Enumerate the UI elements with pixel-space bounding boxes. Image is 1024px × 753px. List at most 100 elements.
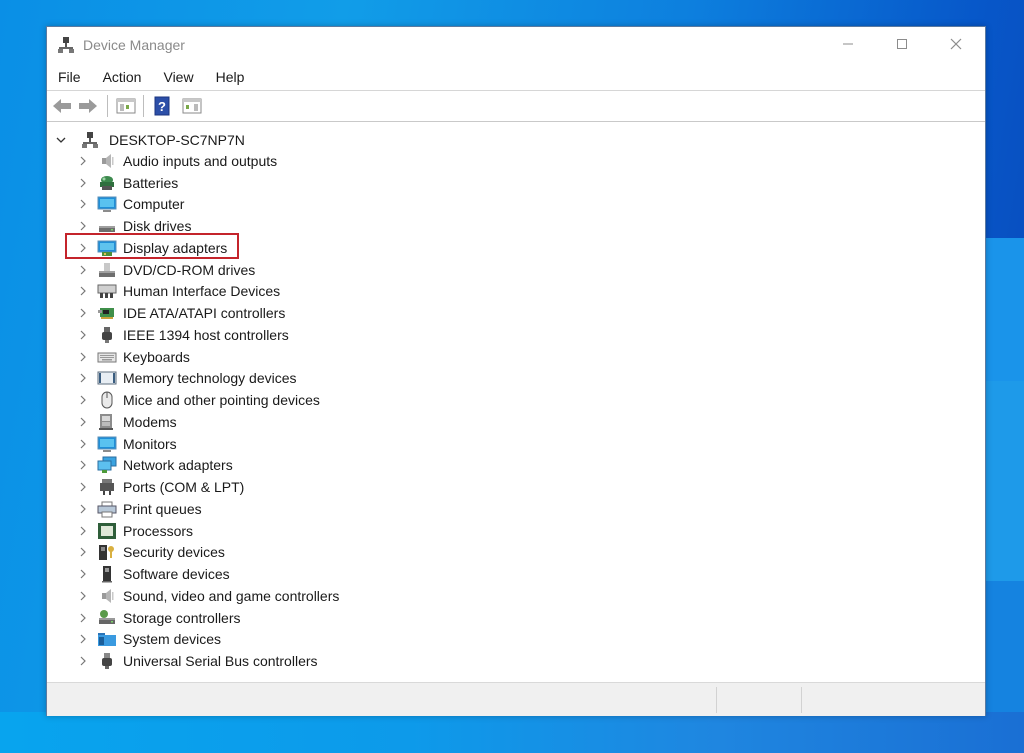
chevron-right-icon[interactable]: [77, 220, 89, 232]
tree-item-ports-com-lpt[interactable]: Ports (COM & LPT): [77, 476, 339, 498]
tree-item-dvd-cd-rom-drives[interactable]: DVD/CD-ROM drives: [77, 259, 339, 281]
display-adapter-icon: [97, 239, 117, 257]
device-manager-icon: [57, 36, 75, 54]
tree-item-label: Human Interface Devices: [123, 283, 281, 300]
chevron-down-icon[interactable]: [55, 134, 67, 146]
tree-item-label: Batteries: [123, 174, 179, 191]
chevron-right-icon[interactable]: [77, 568, 89, 580]
tree-item-memory-technology-devices[interactable]: Memory technology devices: [77, 368, 339, 390]
chevron-right-icon[interactable]: [77, 655, 89, 667]
tree-item-label: IEEE 1394 host controllers: [123, 326, 289, 343]
tree-item-system-devices[interactable]: System devices: [77, 629, 339, 651]
chevron-right-icon[interactable]: [77, 307, 89, 319]
tree-item-label: Modems: [123, 413, 177, 430]
tree-item-network-adapters[interactable]: Network adapters: [77, 455, 339, 477]
tree-item-label: Network adapters: [123, 457, 233, 474]
back-button[interactable]: [51, 96, 73, 116]
monitor-icon: [97, 195, 117, 213]
chevron-right-icon[interactable]: [77, 155, 89, 167]
tree-item-label: Sound, video and game controllers: [123, 587, 340, 604]
chevron-right-icon[interactable]: [77, 285, 89, 297]
title-bar[interactable]: Device Manager: [47, 27, 985, 63]
chevron-right-icon[interactable]: [77, 264, 89, 276]
chevron-right-icon[interactable]: [77, 198, 89, 210]
device-tree[interactable]: DESKTOP-SC7NP7N Audio inputs and outputs…: [47, 121, 985, 682]
tree-item-monitors[interactable]: Monitors: [77, 433, 339, 455]
tree-item-keyboards[interactable]: Keyboards: [77, 346, 339, 368]
speaker-icon: [97, 587, 117, 605]
status-bar-divider: [801, 687, 802, 713]
tree-item-disk-drives[interactable]: Disk drives: [77, 215, 339, 237]
tree-item-label: DVD/CD-ROM drives: [123, 261, 256, 278]
chevron-right-icon[interactable]: [77, 459, 89, 471]
tree-item-universal-serial-bus-controllers[interactable]: Universal Serial Bus controllers: [77, 650, 339, 672]
battery-icon: [97, 174, 117, 192]
tree-item-processors[interactable]: Processors: [77, 520, 339, 542]
forward-button[interactable]: [77, 96, 99, 116]
tree-item-label: Keyboards: [123, 348, 190, 365]
chevron-right-icon[interactable]: [77, 546, 89, 558]
tree-item-ieee-1394-host-controllers[interactable]: IEEE 1394 host controllers: [77, 324, 339, 346]
storage-controller-icon: [97, 609, 117, 627]
help-button[interactable]: ?: [151, 96, 173, 116]
toolbar: ?: [47, 90, 985, 121]
tree-item-print-queues[interactable]: Print queues: [77, 498, 339, 520]
status-bar: [47, 682, 985, 716]
tree-item-ide-ata-atapi-controllers[interactable]: IDE ATA/ATAPI controllers: [77, 302, 339, 324]
maximize-button[interactable]: [879, 27, 925, 61]
tree-item-storage-controllers[interactable]: Storage controllers: [77, 607, 339, 629]
usb-icon: [97, 652, 117, 670]
chevron-right-icon[interactable]: [77, 481, 89, 493]
toolbar-separator: [107, 95, 108, 117]
tree-item-computer[interactable]: Computer: [77, 194, 339, 216]
tree-item-label: Audio inputs and outputs: [123, 152, 278, 169]
chevron-right-icon[interactable]: [77, 416, 89, 428]
chevron-right-icon[interactable]: [77, 394, 89, 406]
chevron-right-icon[interactable]: [77, 177, 89, 189]
close-button[interactable]: [933, 27, 979, 61]
back-arrow-icon: [53, 99, 71, 113]
chevron-right-icon[interactable]: [77, 590, 89, 602]
menu-action[interactable]: Action: [92, 65, 153, 89]
menu-bar: File Action View Help: [47, 65, 985, 89]
minimize-button[interactable]: [825, 27, 871, 61]
tree-item-label: Processors: [123, 522, 194, 539]
tree-item-human-interface-devices[interactable]: Human Interface Devices: [77, 281, 339, 303]
tree-item-modems[interactable]: Modems: [77, 411, 339, 433]
tree-item-label: Disk drives: [123, 218, 192, 235]
chevron-right-icon[interactable]: [77, 438, 89, 450]
tree-item-label: Display adapters: [123, 239, 228, 256]
forward-arrow-icon: [79, 99, 97, 113]
tree-item-label: IDE ATA/ATAPI controllers: [123, 305, 286, 322]
chevron-right-icon[interactable]: [77, 242, 89, 254]
menu-file[interactable]: File: [47, 65, 92, 89]
tree-item-software-devices[interactable]: Software devices: [77, 563, 339, 585]
tree-item-label: Storage controllers: [123, 609, 241, 626]
chevron-right-icon[interactable]: [77, 525, 89, 537]
menu-view[interactable]: View: [152, 65, 204, 89]
tree-item-sound-video-and-game-controllers[interactable]: Sound, video and game controllers: [77, 585, 339, 607]
tree-item-label: Universal Serial Bus controllers: [123, 653, 318, 670]
chevron-right-icon[interactable]: [77, 351, 89, 363]
tree-item-security-devices[interactable]: Security devices: [77, 542, 339, 564]
computer-tower-icon: [81, 131, 99, 149]
help-icon: ?: [154, 96, 170, 116]
tree-item-mice-and-other-pointing-devices[interactable]: Mice and other pointing devices: [77, 389, 339, 411]
tree-item-audio-inputs-and-outputs[interactable]: Audio inputs and outputs: [77, 150, 339, 172]
tree-item-label: Security devices: [123, 544, 225, 561]
chevron-right-icon[interactable]: [77, 503, 89, 515]
chevron-right-icon[interactable]: [77, 372, 89, 384]
tree-item-batteries[interactable]: Batteries: [77, 172, 339, 194]
tree-root-node[interactable]: DESKTOP-SC7NP7N: [55, 130, 245, 150]
menu-help[interactable]: Help: [205, 65, 256, 89]
show-hide-console-tree-button[interactable]: [115, 96, 137, 116]
minimize-icon: [843, 43, 853, 45]
window-title: Device Manager: [83, 37, 185, 53]
desktop-background: [984, 381, 1024, 581]
dvd-drive-icon: [97, 261, 117, 279]
chevron-right-icon[interactable]: [77, 633, 89, 645]
chevron-right-icon[interactable]: [77, 329, 89, 341]
show-hide-action-pane-button[interactable]: [181, 96, 203, 116]
chevron-right-icon[interactable]: [77, 612, 89, 624]
tree-item-display-adapters[interactable]: Display adapters: [65, 233, 339, 259]
